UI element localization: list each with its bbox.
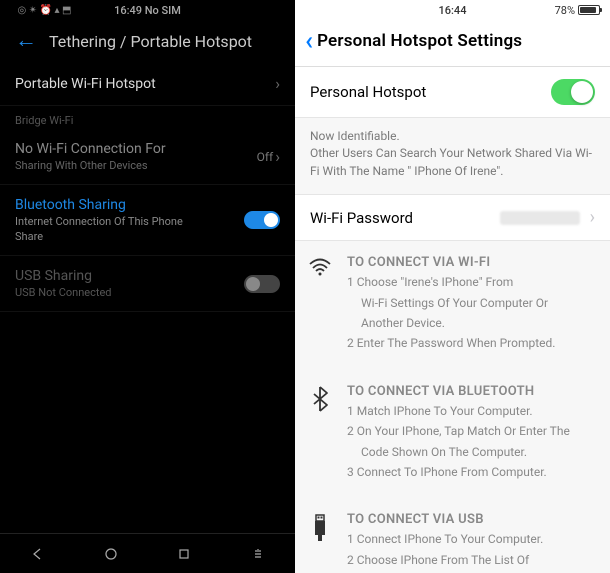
info-line1: Now Identifiable.	[310, 128, 595, 145]
bridge-value: Off ›	[257, 147, 280, 166]
bluetooth-sub2: Share	[15, 230, 183, 243]
ios-header: ‹ Personal Hotspot Settings	[295, 20, 610, 67]
page-title: Personal Hotspot Settings	[317, 31, 522, 51]
nav-recent-icon[interactable]	[176, 546, 192, 562]
bridge-section-label: Bridge Wi-Fi	[0, 106, 295, 129]
bluetooth-sharing-row[interactable]: Bluetooth Sharing Internet Connection Of…	[0, 185, 295, 256]
connect-usb-section: TO CONNECT VIA USB 1 Connect IPhone To Y…	[295, 498, 610, 573]
bt-step2a: 2 On Your IPhone, Tap Match Or Enter The	[347, 423, 598, 440]
chevron-right-icon: ›	[590, 207, 595, 228]
wifi-section-title: TO CONNECT VIA WI-FI	[347, 255, 598, 270]
usb-sub: USB Not Connected	[15, 286, 112, 299]
bluetooth-icon	[305, 384, 335, 485]
usb-step1: 1 Connect IPhone To Your Computer.	[347, 531, 598, 548]
connect-bluetooth-section: TO CONNECT VIA BLUETOOTH 1 Match IPhone …	[295, 370, 610, 499]
bridge-wifi-row[interactable]: No Wi-Fi Connection For Sharing With Oth…	[0, 129, 295, 185]
nav-back-icon[interactable]	[29, 546, 45, 562]
wifi-step1b: Wi-Fi Settings Of Your Computer Or	[347, 295, 598, 312]
usb-toggle	[244, 275, 280, 293]
info-line2: Other Users Can Search Your Network Shar…	[310, 145, 595, 180]
back-icon[interactable]: ‹	[305, 28, 313, 54]
hotspot-info: Now Identifiable. Other Users Can Search…	[295, 118, 610, 195]
bluetooth-title: Bluetooth Sharing	[15, 197, 183, 213]
bluetooth-sub1: Internet Connection Of This Phone	[15, 215, 183, 228]
bridge-sub: Sharing With Other Devices	[15, 159, 166, 172]
row-label: Portable Wi-Fi Hotspot	[15, 76, 156, 92]
bt-step3: 3 Connect To IPhone From Computer.	[347, 464, 598, 481]
bt-step1: 1 Match IPhone To Your Computer.	[347, 403, 598, 420]
personal-hotspot-row: Personal Hotspot	[295, 67, 610, 118]
header: ← Tethering / Portable Hotspot	[0, 20, 295, 62]
usb-title: USB Sharing	[15, 268, 112, 284]
wifi-password-value	[500, 211, 580, 225]
ios-status-bar: 16:44 78%	[295, 0, 610, 20]
android-status-bar: ◎ ✴ ⏰ ▴ ⬒ 16:49 No SIM	[0, 0, 295, 20]
usb-step2: 2 Choose IPhone From The List Of	[347, 552, 598, 569]
back-icon[interactable]: ←	[15, 30, 37, 52]
wifi-password-row[interactable]: Wi-Fi Password ›	[295, 195, 610, 241]
usb-sharing-row: USB Sharing USB Not Connected	[0, 256, 295, 312]
bluetooth-toggle[interactable]	[244, 211, 280, 229]
battery-icon	[578, 5, 600, 15]
wifi-password-label: Wi-Fi Password	[310, 209, 413, 227]
bridge-main: No Wi-Fi Connection For	[15, 141, 166, 157]
nav-home-icon[interactable]	[103, 546, 119, 562]
usb-section-title: TO CONNECT VIA USB	[347, 512, 598, 527]
android-navbar	[0, 533, 295, 573]
page-title: Tethering / Portable Hotspot	[49, 32, 252, 51]
wifi-icon	[305, 255, 335, 356]
bt-section-title: TO CONNECT VIA BLUETOOTH	[347, 384, 598, 399]
connect-wifi-section: TO CONNECT VIA WI-FI 1 Choose "Irene's I…	[295, 241, 610, 370]
bt-step2b: Code Shown On The Computer.	[347, 444, 598, 461]
usb-icon	[305, 512, 335, 572]
battery-indicator: 78%	[555, 4, 600, 17]
wifi-step2: 2 Enter The Password When Prompted.	[347, 335, 598, 352]
status-time: 16:49 No SIM	[114, 4, 181, 17]
portable-wifi-hotspot-row[interactable]: Portable Wi-Fi Hotspot ›	[0, 62, 295, 106]
chevron-right-icon: ›	[275, 74, 280, 93]
personal-hotspot-label: Personal Hotspot	[310, 83, 426, 101]
status-icons: ◎ ✴ ⏰ ▴ ⬒	[18, 5, 72, 16]
ios-status-time: 16:44	[439, 4, 467, 17]
nav-menu-icon[interactable]	[250, 546, 266, 562]
wifi-step1a: 1 Choose "Irene's IPhone" From	[347, 274, 598, 291]
wifi-step1c: Another Device.	[347, 315, 598, 332]
personal-hotspot-toggle[interactable]	[551, 79, 595, 105]
